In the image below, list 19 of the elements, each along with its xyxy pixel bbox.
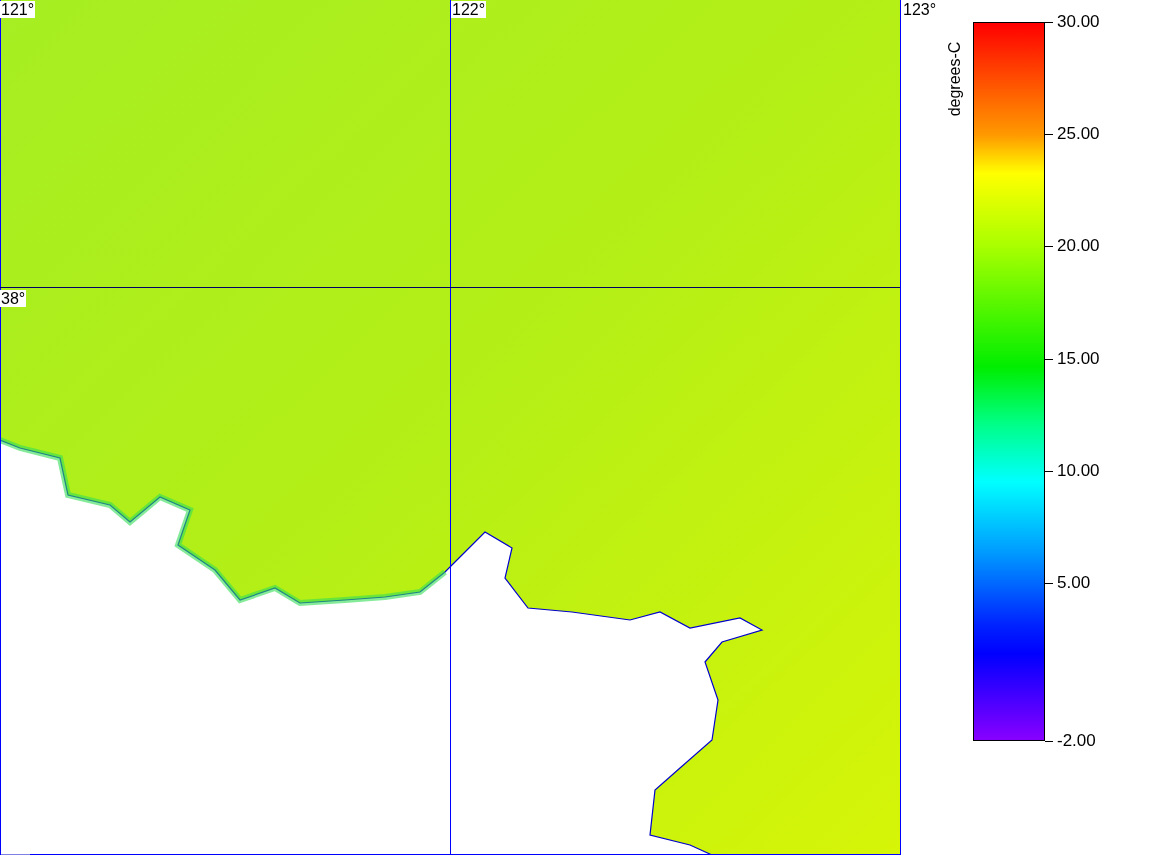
tick-mark xyxy=(1045,134,1053,136)
tick-mark xyxy=(1045,358,1053,360)
tick-mark xyxy=(1045,583,1053,584)
tick-mark xyxy=(1045,246,1053,248)
scale-label: 25.00 xyxy=(1057,125,1100,144)
scale-label: 20.00 xyxy=(1057,237,1100,256)
scale-label: 30.00 xyxy=(1057,13,1100,31)
units-label: degrees-C xyxy=(946,41,964,117)
longitude-label: 121° xyxy=(0,1,36,18)
scale-label: -2.00 xyxy=(1057,732,1096,750)
scale-label: 5.00 xyxy=(1057,574,1091,592)
longitude-label: 123° xyxy=(902,1,938,18)
tick-mark xyxy=(1045,470,1053,472)
tick-mark xyxy=(1045,741,1053,742)
tick-mark xyxy=(1045,22,1053,23)
scale-label: 15.00 xyxy=(1057,349,1100,368)
longitude-label: 122° xyxy=(451,1,487,18)
latitude-label: 38° xyxy=(0,290,27,307)
scale-label: 10.00 xyxy=(1057,461,1100,480)
